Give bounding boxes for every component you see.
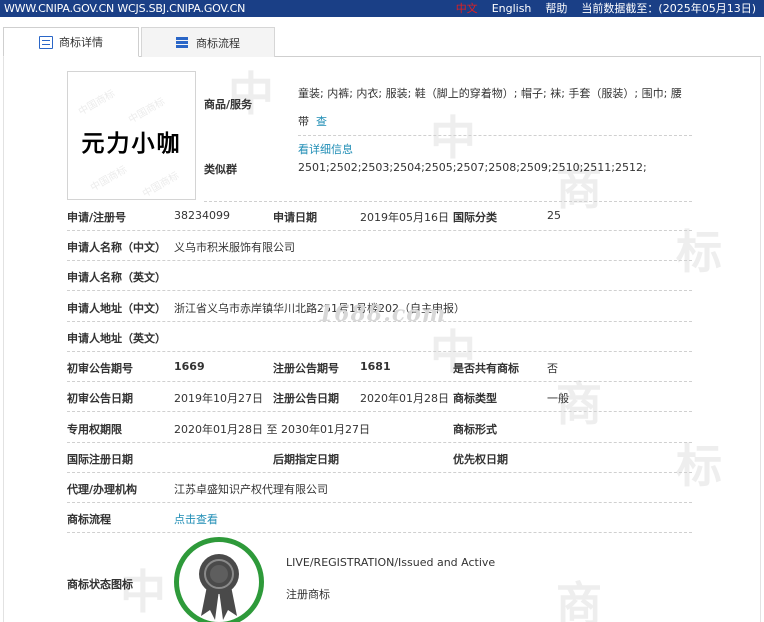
watermark-glyph: 标 xyxy=(676,439,722,493)
status-en: LIVE/REGISTRATION/Issued and Active xyxy=(286,556,496,569)
row-divider xyxy=(67,230,692,231)
reg-no-label: 注册公告期号 xyxy=(273,362,339,375)
intl-class-label: 国际分类 xyxy=(453,211,497,224)
tab-trademark-flow[interactable]: 商标流程 xyxy=(141,27,275,57)
logo-stamp: 中国商标 xyxy=(126,96,168,126)
logo-stamp: 中国商标 xyxy=(140,170,182,200)
reg-no-value: 1681 xyxy=(360,360,391,373)
address-cn-label: 申请人地址（中文） xyxy=(67,302,166,315)
app-no-label: 申请/注册号 xyxy=(67,211,127,224)
row-divider xyxy=(67,381,692,382)
watermark-glyph: 标 xyxy=(676,225,722,279)
site-urls: WWW.CNIPA.GOV.CN WCJS.SBJ.CNIPA.GOV.CN xyxy=(4,2,246,15)
row-divider xyxy=(204,201,692,202)
priority-date-label: 优先权日期 xyxy=(453,453,508,466)
flow-label: 商标流程 xyxy=(67,513,111,526)
app-date-label: 申请日期 xyxy=(273,211,317,224)
logo-stamp: 中国商标 xyxy=(88,164,130,194)
logo-stamp: 中国商标 xyxy=(76,88,118,118)
row-divider xyxy=(67,442,692,443)
goods-list: 童装; 内裤; 内衣; 服装; 鞋（脚上的穿着物）; 帽子; 袜; 手套（服装）… xyxy=(298,87,682,128)
view-details-link[interactable]: 看详细信息 xyxy=(298,143,353,156)
document-icon xyxy=(39,35,53,49)
row-divider xyxy=(67,321,692,322)
shared-label: 是否共有商标 xyxy=(453,362,519,375)
watermark-glyph: 商 xyxy=(556,577,602,622)
reg-date-label: 注册公告日期 xyxy=(273,392,339,405)
row-divider xyxy=(67,290,692,291)
exclusive-term-value: 2020年01月28日 至 2030年01月27日 xyxy=(174,423,370,436)
prelim-date-label: 初审公告日期 xyxy=(67,392,133,405)
top-bar-links: 中文 English 帮助 当前数据截至：(2025年05月13日) xyxy=(456,0,756,17)
app-no-value: 38234099 xyxy=(174,209,230,222)
trademark-text: 元力小咖 xyxy=(81,131,182,157)
intl-class-value: 25 xyxy=(547,209,561,222)
help-link[interactable]: 帮助 xyxy=(545,0,567,17)
tab-label: 商标流程 xyxy=(196,36,240,50)
applicant-cn-value: 义乌市积米服饰有限公司 xyxy=(174,241,295,254)
view-flow-link[interactable]: 点击查看 xyxy=(174,511,218,527)
applicant-cn-label: 申请人名称（中文） xyxy=(67,241,166,254)
row-divider xyxy=(67,260,692,261)
reg-date-value: 2020年01月28日 xyxy=(360,392,449,405)
status-cn: 注册商标 xyxy=(286,588,330,601)
agent-label: 代理/办理机构 xyxy=(67,483,138,496)
top-bar: WWW.CNIPA.GOV.CN WCJS.SBJ.CNIPA.GOV.CN 中… xyxy=(0,0,764,17)
shared-value: 否 xyxy=(547,362,558,375)
mark-type-value: 一般 xyxy=(547,392,569,405)
mark-form-label: 商标形式 xyxy=(453,423,497,436)
similar-group-label: 类似群 xyxy=(204,163,237,176)
tab-label: 商标详情 xyxy=(59,36,103,49)
prelim-no-label: 初审公告期号 xyxy=(67,362,133,375)
row-divider xyxy=(67,502,692,503)
row-divider xyxy=(298,135,692,136)
intl-reg-date-label: 国际注册日期 xyxy=(67,453,133,466)
row-divider xyxy=(67,532,692,533)
address-en-label: 申请人地址（英文） xyxy=(67,332,166,345)
watermark-glyph: 中 xyxy=(228,67,274,121)
rosette-icon xyxy=(199,554,239,620)
tab-trademark-detail[interactable]: 商标详情 xyxy=(3,27,139,57)
goods-value: 童装; 内裤; 内衣; 服装; 鞋（脚上的穿着物）; 帽子; 袜; 手套（服装）… xyxy=(298,80,692,164)
prelim-no-value: 1669 xyxy=(174,360,205,373)
goods-label: 商品/服务 xyxy=(204,98,253,111)
lang-chinese-link[interactable]: 中文 xyxy=(456,0,478,17)
prelim-date-value: 2019年10月27日 xyxy=(174,392,263,405)
view-details-link[interactable]: 查 xyxy=(316,115,327,128)
status-icon-label: 商标状态图标 xyxy=(67,578,133,591)
registered-status-icon xyxy=(174,537,264,622)
agent-value: 江苏卓盛知识产权代理有限公司 xyxy=(174,483,328,496)
applicant-en-label: 申请人名称（英文） xyxy=(67,271,166,284)
lang-english-link[interactable]: English xyxy=(492,0,532,17)
mark-type-label: 商标类型 xyxy=(453,392,497,405)
row-divider xyxy=(67,472,692,473)
tab-bar: 商标详情 商标流程 xyxy=(3,27,761,57)
site-watermark: 1688.com xyxy=(318,301,447,327)
data-deadline: 当前数据截至：(2025年05月13日) xyxy=(581,2,756,15)
row-divider xyxy=(67,351,692,352)
list-icon xyxy=(176,36,190,49)
trademark-image: 中国商标 中国商标 元力小咖 中国商标 中国商标 xyxy=(67,71,196,200)
exclusive-term-label: 专用权期限 xyxy=(67,423,122,436)
app-date-value: 2019年05月16日 xyxy=(360,211,449,224)
similar-group-value: 2501;2502;2503;2504;2505;2507;2508;2509;… xyxy=(298,161,647,174)
row-divider xyxy=(67,411,692,412)
later-date-label: 后期指定日期 xyxy=(273,453,339,466)
